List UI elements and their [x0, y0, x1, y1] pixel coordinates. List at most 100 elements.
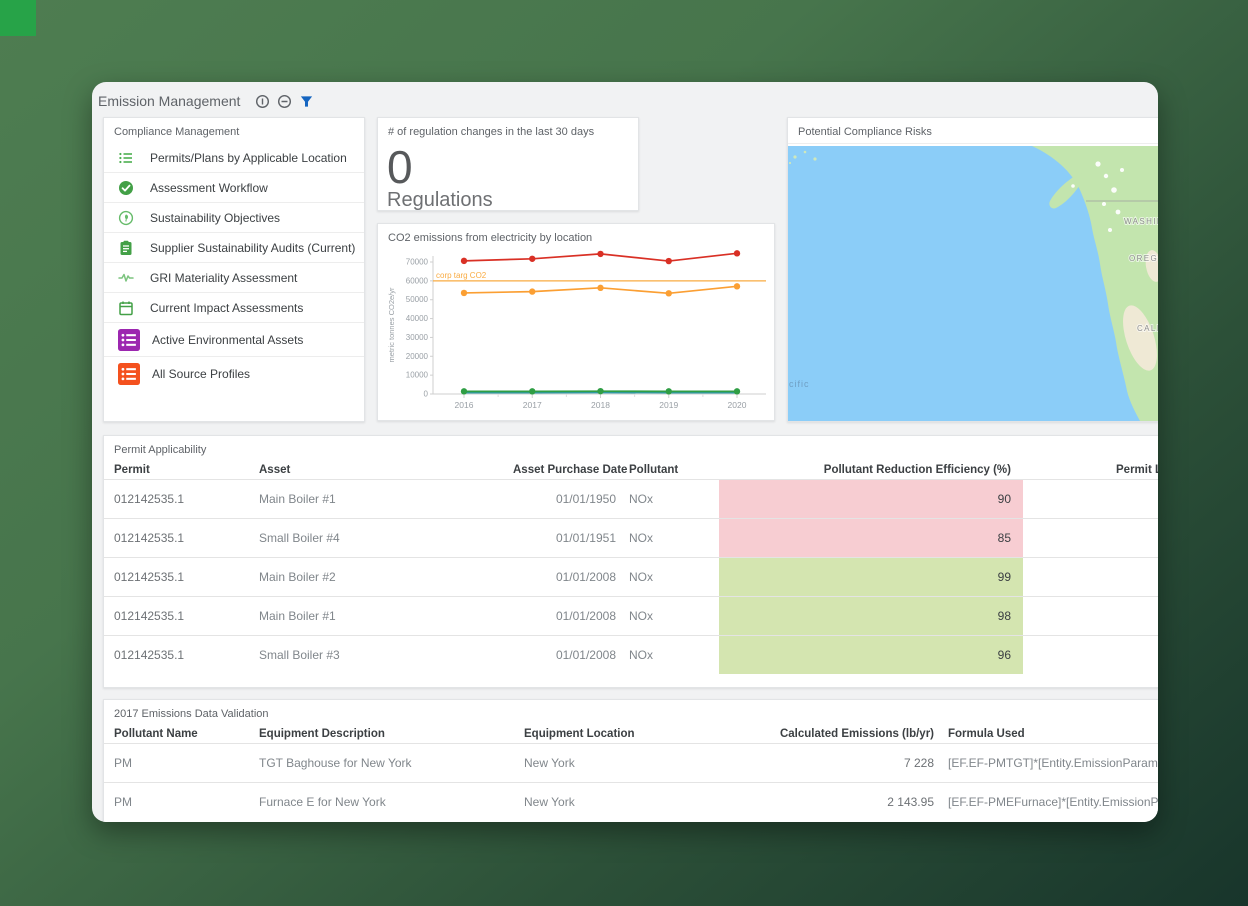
col-permit: Permit [114, 461, 259, 479]
cell-calculated-emissions: 7 228 [744, 744, 934, 782]
cell-efficiency-good: 99 [719, 558, 1023, 596]
cell-permit-limit [1023, 519, 1158, 557]
cell-pollutant: NOx [616, 480, 719, 518]
table-row[interactable]: 012142535.1Main Boiler #101/01/2008NOx98 [104, 596, 1158, 635]
corner-accent-square [0, 0, 36, 36]
cell-formula-used: [EF.EF-PMEFurnace]*[Entity.EmissionParam… [934, 783, 1158, 821]
permit-applicability-card: Permit Applicability Permit Asset Asset … [103, 435, 1158, 688]
compliance-management-panel: Compliance Management Permits/Plans by A… [103, 117, 365, 422]
cell-pollutant: NOx [616, 519, 719, 557]
filter-icon[interactable] [298, 93, 314, 109]
co2-emissions-chart-card: CO2 emissions from electricity by locati… [377, 223, 775, 421]
svg-text:metric tonnes CO2e/yr: metric tonnes CO2e/yr [387, 287, 396, 363]
col-pollutant: Pollutant [616, 461, 719, 479]
compliance-item[interactable]: Assessment Workflow [104, 172, 364, 202]
chart-title: CO2 emissions from electricity by locati… [378, 224, 774, 249]
compliance-item-label: Supplier Sustainability Audits (Current) [150, 241, 355, 255]
info-icon[interactable] [254, 93, 270, 109]
regulation-changes-card: # of regulation changes in the last 30 d… [377, 117, 639, 211]
permit-table-header: Permit Asset Asset Purchase Date Polluta… [104, 461, 1158, 479]
svg-text:2019: 2019 [659, 400, 678, 410]
compliance-item[interactable]: Supplier Sustainability Audits (Current) [104, 232, 364, 262]
cell-asset: Main Boiler #1 [259, 597, 513, 635]
svg-text:70000: 70000 [406, 258, 429, 267]
regulation-count: 0 [378, 143, 638, 189]
clipboard-icon [118, 240, 134, 256]
compliance-item-label: All Source Profiles [152, 367, 250, 381]
emissions-table-header: Pollutant Name Equipment Description Equ… [104, 725, 1158, 743]
cell-efficiency-bad: 85 [719, 519, 1023, 557]
cell-efficiency-bad: 90 [719, 480, 1023, 518]
map-region-label: OREGO [1129, 254, 1158, 263]
col-equipment-location: Equipment Location [524, 725, 744, 743]
table-title: 2017 Emissions Data Validation [104, 700, 1158, 725]
table-row[interactable]: 012142535.1Main Boiler #101/01/1950NOx90 [104, 479, 1158, 518]
table-row[interactable]: 012142535.1Small Boiler #301/01/2008NOx9… [104, 635, 1158, 674]
cell-permit-limit [1023, 597, 1158, 635]
svg-text:2020: 2020 [728, 400, 747, 410]
map-canvas[interactable]: WASHINGOREGOCALIcific [788, 146, 1158, 421]
table-row[interactable]: 012142535.1Main Boiler #201/01/2008NOx99 [104, 557, 1158, 596]
table-row[interactable]: PMFurnace E for New YorkNew York2 143.95… [104, 782, 1158, 821]
cell-purchase-date: 01/01/1951 [513, 519, 616, 557]
cell-asset: Small Boiler #4 [259, 519, 513, 557]
cell-equipment-location: New York [524, 744, 744, 782]
co2-line-chart: 0100002000030000400005000060000700002016… [378, 250, 774, 420]
cell-purchase-date: 01/01/2008 [513, 636, 616, 674]
cell-permit-limit [1023, 558, 1158, 596]
cell-permit: 012142535.1 [114, 519, 259, 557]
list-tile-icon [118, 363, 140, 385]
emission-management-window: Emission Management Compliance Managemen… [92, 82, 1158, 822]
compliance-item[interactable]: Permits/Plans by Applicable Location [104, 143, 364, 172]
cell-permit-limit [1023, 480, 1158, 518]
cell-equipment-description: Furnace E for New York [259, 783, 524, 821]
table-row[interactable]: 012142535.1Small Boiler #401/01/1951NOx8… [104, 518, 1158, 557]
window-header: Emission Management [98, 90, 314, 112]
cell-equipment-location: New York [524, 783, 744, 821]
col-equipment-description: Equipment Description [259, 725, 524, 743]
compliance-list: Permits/Plans by Applicable Location Asse… [104, 143, 364, 390]
cell-formula-used: [EF.EF-PMTGT]*[Entity.EmissionParameter.… [934, 744, 1158, 782]
compliance-item-label: Sustainability Objectives [150, 211, 280, 225]
cell-permit-limit [1023, 636, 1158, 674]
compliance-item-label: Current Impact Assessments [150, 301, 303, 315]
cell-permit: 012142535.1 [114, 636, 259, 674]
check-circle-icon [118, 180, 134, 196]
cell-pollutant-name: PM [114, 744, 259, 782]
compliance-item-label: Permits/Plans by Applicable Location [150, 151, 347, 165]
panel-title: Compliance Management [104, 118, 364, 143]
cell-efficiency-good: 96 [719, 636, 1023, 674]
emissions-table-body: PMTGT Baghouse for New YorkNew York7 228… [104, 743, 1158, 821]
cell-permit: 012142535.1 [114, 480, 259, 518]
svg-text:2017: 2017 [523, 400, 542, 410]
compliance-item[interactable]: All Source Profiles [104, 356, 364, 390]
map-ocean-label: cific [789, 379, 810, 389]
cell-pollutant-name: PM [114, 783, 259, 821]
cell-purchase-date: 01/01/2008 [513, 597, 616, 635]
cell-pollutant: NOx [616, 597, 719, 635]
compliance-item[interactable]: Active Environmental Assets [104, 322, 364, 356]
map-title: Potential Compliance Risks [788, 118, 1158, 144]
table-title: Permit Applicability [104, 436, 1158, 461]
cell-asset: Main Boiler #1 [259, 480, 513, 518]
col-asset: Asset [259, 461, 513, 479]
table-row[interactable]: PMTGT Baghouse for New YorkNew York7 228… [104, 743, 1158, 782]
cell-pollutant: NOx [616, 558, 719, 596]
col-formula-used: Formula Used [934, 725, 1158, 743]
compliance-item[interactable]: Current Impact Assessments [104, 292, 364, 322]
svg-text:corp targ CO2: corp targ CO2 [436, 271, 487, 280]
cell-purchase-date: 01/01/1950 [513, 480, 616, 518]
col-efficiency: Pollutant Reduction Efficiency (%) [719, 461, 1023, 479]
collapse-icon[interactable] [276, 93, 292, 109]
cell-purchase-date: 01/01/2008 [513, 558, 616, 596]
cell-asset: Main Boiler #2 [259, 558, 513, 596]
cell-calculated-emissions: 2 143.95 [744, 783, 934, 821]
list-bullets-icon [118, 150, 134, 166]
cell-efficiency-good: 98 [719, 597, 1023, 635]
compliance-item[interactable]: GRI Materiality Assessment [104, 262, 364, 292]
map-region-label: CALI [1137, 324, 1158, 333]
col-calculated-emissions: Calculated Emissions (lb/yr) [744, 725, 934, 743]
waveform-icon [118, 270, 134, 286]
list-tile-icon [118, 329, 140, 351]
compliance-item[interactable]: Sustainability Objectives [104, 202, 364, 232]
